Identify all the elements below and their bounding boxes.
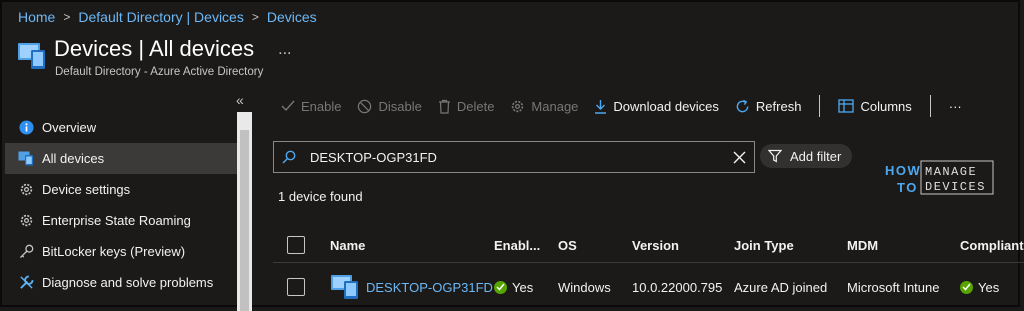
manage-button[interactable]: Manage — [510, 99, 578, 114]
device-name-cell: DESKTOP-OGP31FD — [330, 269, 493, 305]
compliant-cell: Yes — [960, 269, 999, 305]
page-title: Devices | All devices... — [54, 36, 292, 61]
select-all-checkbox[interactable] — [287, 228, 305, 262]
gear-icon — [512, 100, 524, 112]
devices-icon — [18, 151, 34, 167]
sidebar-item-label: Device settings — [42, 182, 131, 197]
sidebar-item-label: Enterprise State Roaming — [42, 213, 191, 228]
page-subtitle: Default Directory - Azure Active Directo… — [55, 66, 264, 78]
column-header-mdm[interactable]: MDM — [847, 228, 878, 262]
svg-text:DEVICES: DEVICES — [925, 180, 986, 194]
devices-icon — [18, 43, 45, 69]
info-icon — [18, 120, 34, 136]
column-header-version[interactable]: Version — [632, 228, 679, 262]
svg-text:MANAGE: MANAGE — [925, 165, 977, 179]
column-header-name[interactable]: Name — [330, 228, 365, 262]
device-name-link[interactable]: DESKTOP-OGP31FD — [366, 280, 493, 295]
gear-icon — [18, 213, 34, 229]
mdm-cell: Microsoft Intune — [847, 279, 940, 295]
enabled-cell: Yes — [494, 269, 533, 305]
sidebar-item-diagnose[interactable]: Diagnose and solve problems — [5, 267, 237, 298]
sidebar-item-bitlocker-keys[interactable]: BitLocker keys (Preview) — [5, 236, 237, 267]
block-icon — [358, 99, 372, 113]
breadcrumb-home[interactable]: Home — [18, 9, 55, 25]
row-checkbox[interactable] — [287, 269, 305, 305]
result-count: 1 device found — [278, 189, 363, 204]
join-type-cell: Azure AD joined — [734, 279, 828, 295]
close-icon[interactable] — [733, 151, 746, 164]
enable-button[interactable]: Enable — [281, 99, 341, 114]
sidebar-item-all-devices[interactable]: All devices — [5, 143, 237, 174]
more-options-button[interactable]: ... — [278, 41, 291, 58]
filter-icon — [768, 149, 782, 163]
scrollbar-thumb[interactable] — [240, 130, 249, 311]
chevron-right-icon: > — [251, 10, 259, 24]
delete-button[interactable]: Delete — [438, 99, 494, 114]
sidebar-item-enterprise-state-roaming[interactable]: Enterprise State Roaming — [5, 205, 237, 236]
checkmark-circle-icon — [494, 280, 507, 294]
command-bar: Enable Disable Delete Manage Download de… — [281, 94, 978, 118]
collapse-sidebar-button[interactable]: « — [236, 92, 244, 108]
breadcrumb-directory-devices[interactable]: Default Directory | Devices — [78, 9, 243, 25]
search-icon — [282, 150, 296, 164]
sidebar: Overview All devices Device settings Ent… — [5, 112, 237, 298]
search-input[interactable]: DESKTOP-OGP31FD — [273, 141, 755, 173]
device-icon — [331, 275, 358, 299]
breadcrumb: Home > Default Directory | Devices > Dev… — [18, 9, 317, 25]
sidebar-item-label: Overview — [42, 120, 97, 135]
chevron-right-icon: > — [63, 10, 71, 24]
svg-text:TO: TO — [897, 180, 918, 195]
table-header: Name Enabl... OS Version Join Type MDM C… — [273, 228, 1024, 263]
toolbar-divider — [929, 95, 931, 117]
check-icon — [281, 100, 295, 112]
key-icon — [18, 244, 34, 260]
os-cell: Windows — [558, 279, 611, 295]
column-header-compliant[interactable]: Compliant — [960, 228, 1024, 262]
sidebar-item-label: All devices — [42, 151, 105, 166]
refresh-icon — [736, 99, 749, 112]
sidebar-item-label: BitLocker keys (Preview) — [42, 244, 186, 259]
gear-icon — [18, 182, 34, 198]
svg-text:HOW: HOW — [885, 163, 921, 178]
toolbar-divider — [819, 95, 821, 117]
disable-button[interactable]: Disable — [357, 99, 422, 114]
column-header-join-type[interactable]: Join Type — [734, 228, 794, 262]
sidebar-item-device-settings[interactable]: Device settings — [5, 174, 237, 205]
more-commands-button[interactable]: ··· — [949, 99, 962, 114]
download-icon — [595, 99, 607, 114]
sidebar-item-label: Diagnose and solve problems — [42, 275, 214, 290]
columns-icon — [838, 99, 855, 113]
breadcrumb-devices[interactable]: Devices — [267, 9, 317, 25]
column-header-os[interactable]: OS — [558, 228, 577, 262]
columns-button[interactable]: Columns — [838, 99, 912, 114]
column-header-enabled[interactable]: Enabl... — [494, 228, 540, 262]
search-value: DESKTOP-OGP31FD — [310, 149, 437, 165]
how-to-manage-devices-logo: HOW TO MANAGE DEVICES — [885, 160, 994, 195]
trash-icon — [438, 99, 450, 114]
refresh-button[interactable]: Refresh — [735, 99, 801, 114]
table-row[interactable]: DESKTOP-OGP31FD Yes Windows 10.0.22000.7… — [273, 269, 1024, 305]
sidebar-item-overview[interactable]: Overview — [5, 112, 237, 143]
checkmark-circle-icon — [960, 280, 973, 294]
version-cell: 10.0.22000.795 — [632, 279, 723, 295]
download-devices-button[interactable]: Download devices — [594, 99, 719, 114]
add-filter-button[interactable]: Add filter — [760, 144, 852, 168]
wrench-icon — [18, 275, 34, 291]
